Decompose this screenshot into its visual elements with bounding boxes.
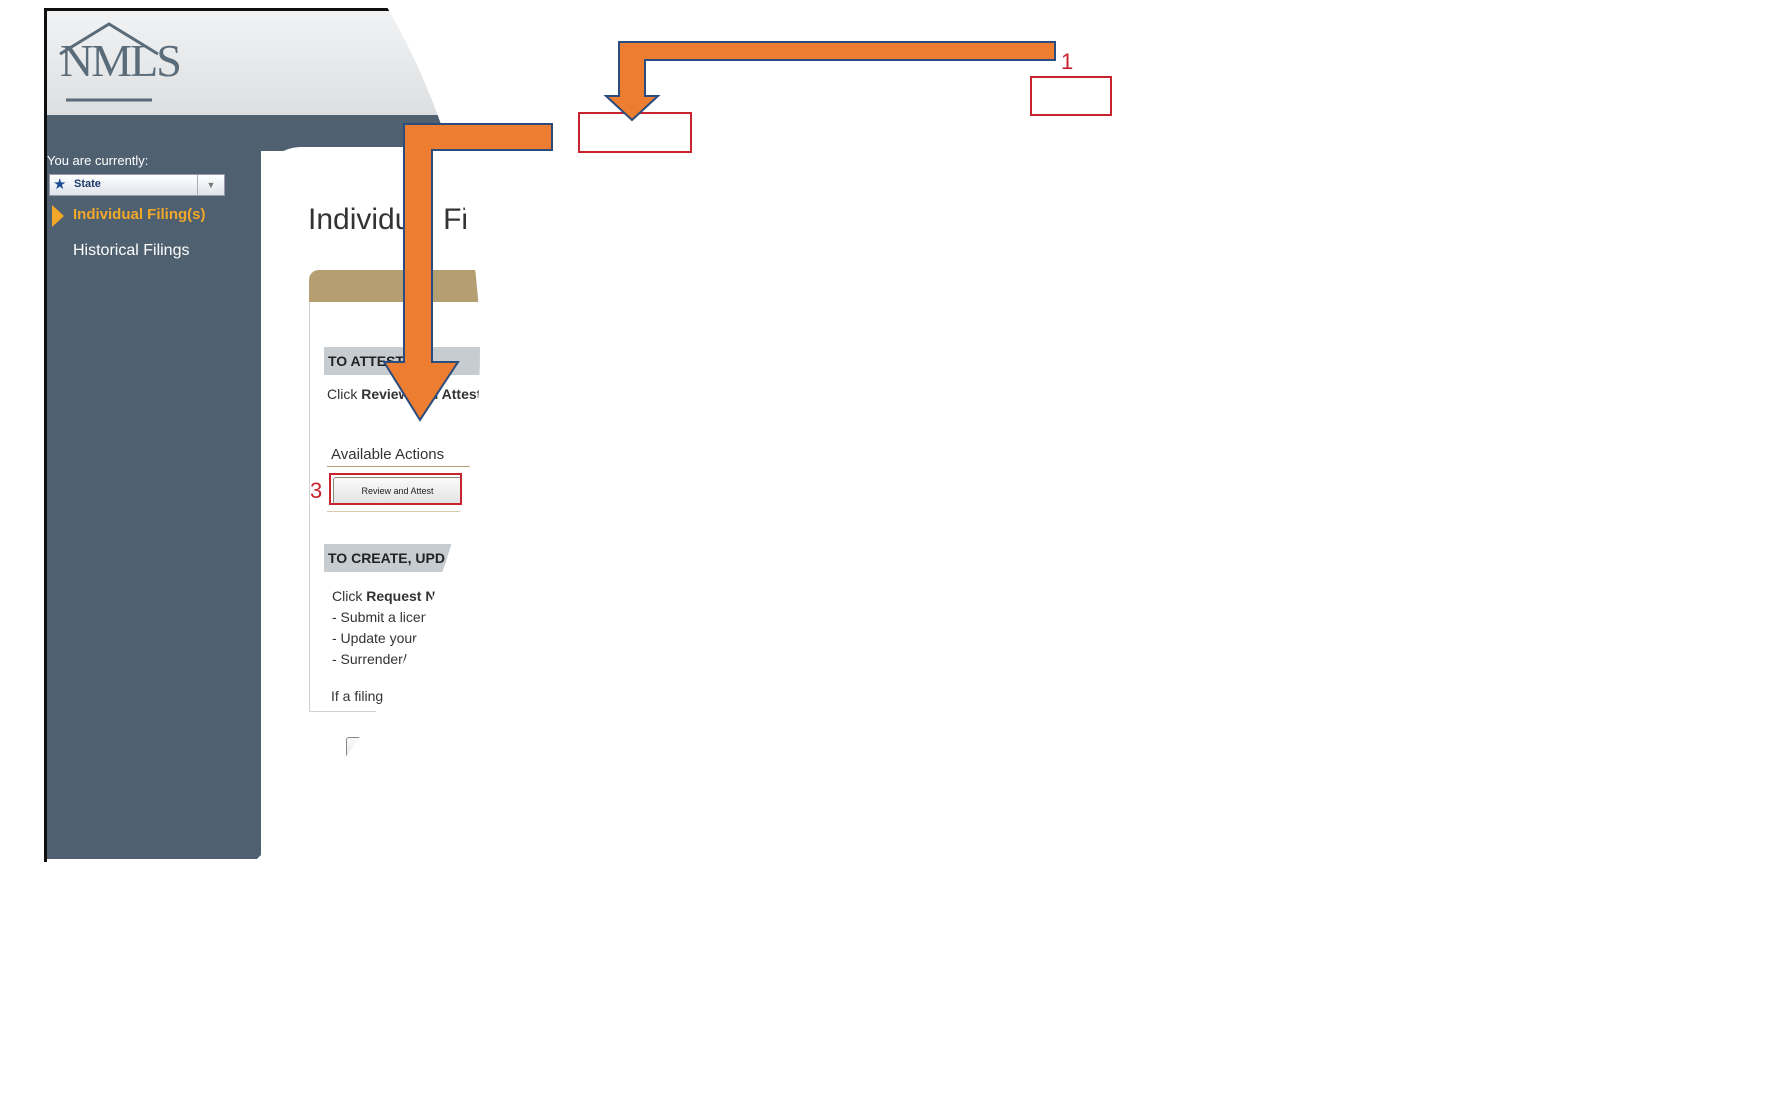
tab-mlo-testing[interactable]: MLO TESTING & EDUCATION (1121, 81, 1295, 114)
column-header-creation-date: Creation Date (818, 446, 911, 463)
star-icon: ★ (53, 176, 67, 193)
cell-creation-date: 3/26/2014 8:25:53 AM (818, 478, 975, 495)
resource-center-button[interactable]: Resource Center (1423, 28, 1547, 58)
tab-composite-view[interactable]: COMPOSITE VIEW (1313, 81, 1445, 114)
help-button[interactable]: ?¿ HELP (1409, 279, 1485, 296)
state-select[interactable]: ★ State ▼ (49, 174, 225, 196)
user-email: dandrews@email.com (1191, 43, 1340, 60)
create-instruction-prefix: Click (332, 588, 367, 604)
table-header-divider (327, 466, 1161, 467)
you-are-currently-label: You are currently: (47, 153, 149, 168)
sidebar-item-historical-filings[interactable]: Historical Filings (73, 242, 189, 260)
create-section-heading: TO CREATE, UPDATE, OR SUBMIT AN INDIVIDU… (324, 544, 1478, 572)
tab-renewals[interactable]: RENEWALS (1459, 81, 1551, 114)
user-email-line: dandrews@email.com (edit) (1191, 43, 1378, 60)
create-bullet: - Surrender/withdraw a license (332, 651, 522, 667)
printer-icon[interactable]: 🖶 (1389, 279, 1403, 304)
annotation-arrow-2 (382, 123, 553, 422)
annotation-arrow-1 (603, 41, 1056, 122)
create-bullet: - Update your existing record (332, 630, 512, 646)
attest-instruction-prefix: Click (327, 386, 362, 402)
create-bullet: - Submit a license application/transitio… (332, 609, 626, 625)
logout-link[interactable]: Logout (1320, 24, 1366, 41)
create-instruction-suffix: to: (505, 588, 525, 604)
create-instruction: Click Request New/Update to: (332, 588, 525, 604)
logged-in-text: Logged in as AndrewsDM2 (1137, 24, 1317, 41)
chevron-down-icon[interactable]: ▼ (197, 175, 224, 195)
cell-filing-status: Attestation Required (998, 478, 1143, 495)
state-select-value: State (74, 178, 101, 190)
request-new-update-button[interactable]: Request New/Update (346, 737, 471, 765)
table-row-divider (327, 511, 1161, 512)
create-instruction-bold: Request New/Update (366, 588, 506, 604)
create-note: If a filing has not yet been submitted, … (331, 688, 811, 704)
cell-form-type: MU4 (481, 478, 515, 495)
step-3-label: 3 (310, 478, 323, 503)
sidebar-item-individual-filings[interactable]: Individual Filing(s) (73, 206, 206, 223)
user-login-info: Logged in as AndrewsDM2 Logout (1137, 24, 1366, 41)
active-item-arrow-icon (52, 205, 64, 227)
edit-email-link[interactable]: edit (1349, 43, 1373, 60)
column-header-filing-status: Filing Status (998, 446, 1081, 463)
cell-entity-created-by: Metropolitan Lenders (45427) (578, 478, 788, 495)
logo-text: NMLS (60, 35, 182, 86)
column-header-form-type: Form Type (481, 446, 553, 463)
column-header-available-actions: Available Actions (331, 446, 445, 463)
column-header-entity-created-by: Entity Created By (578, 446, 695, 463)
review-button-highlight (329, 473, 462, 505)
